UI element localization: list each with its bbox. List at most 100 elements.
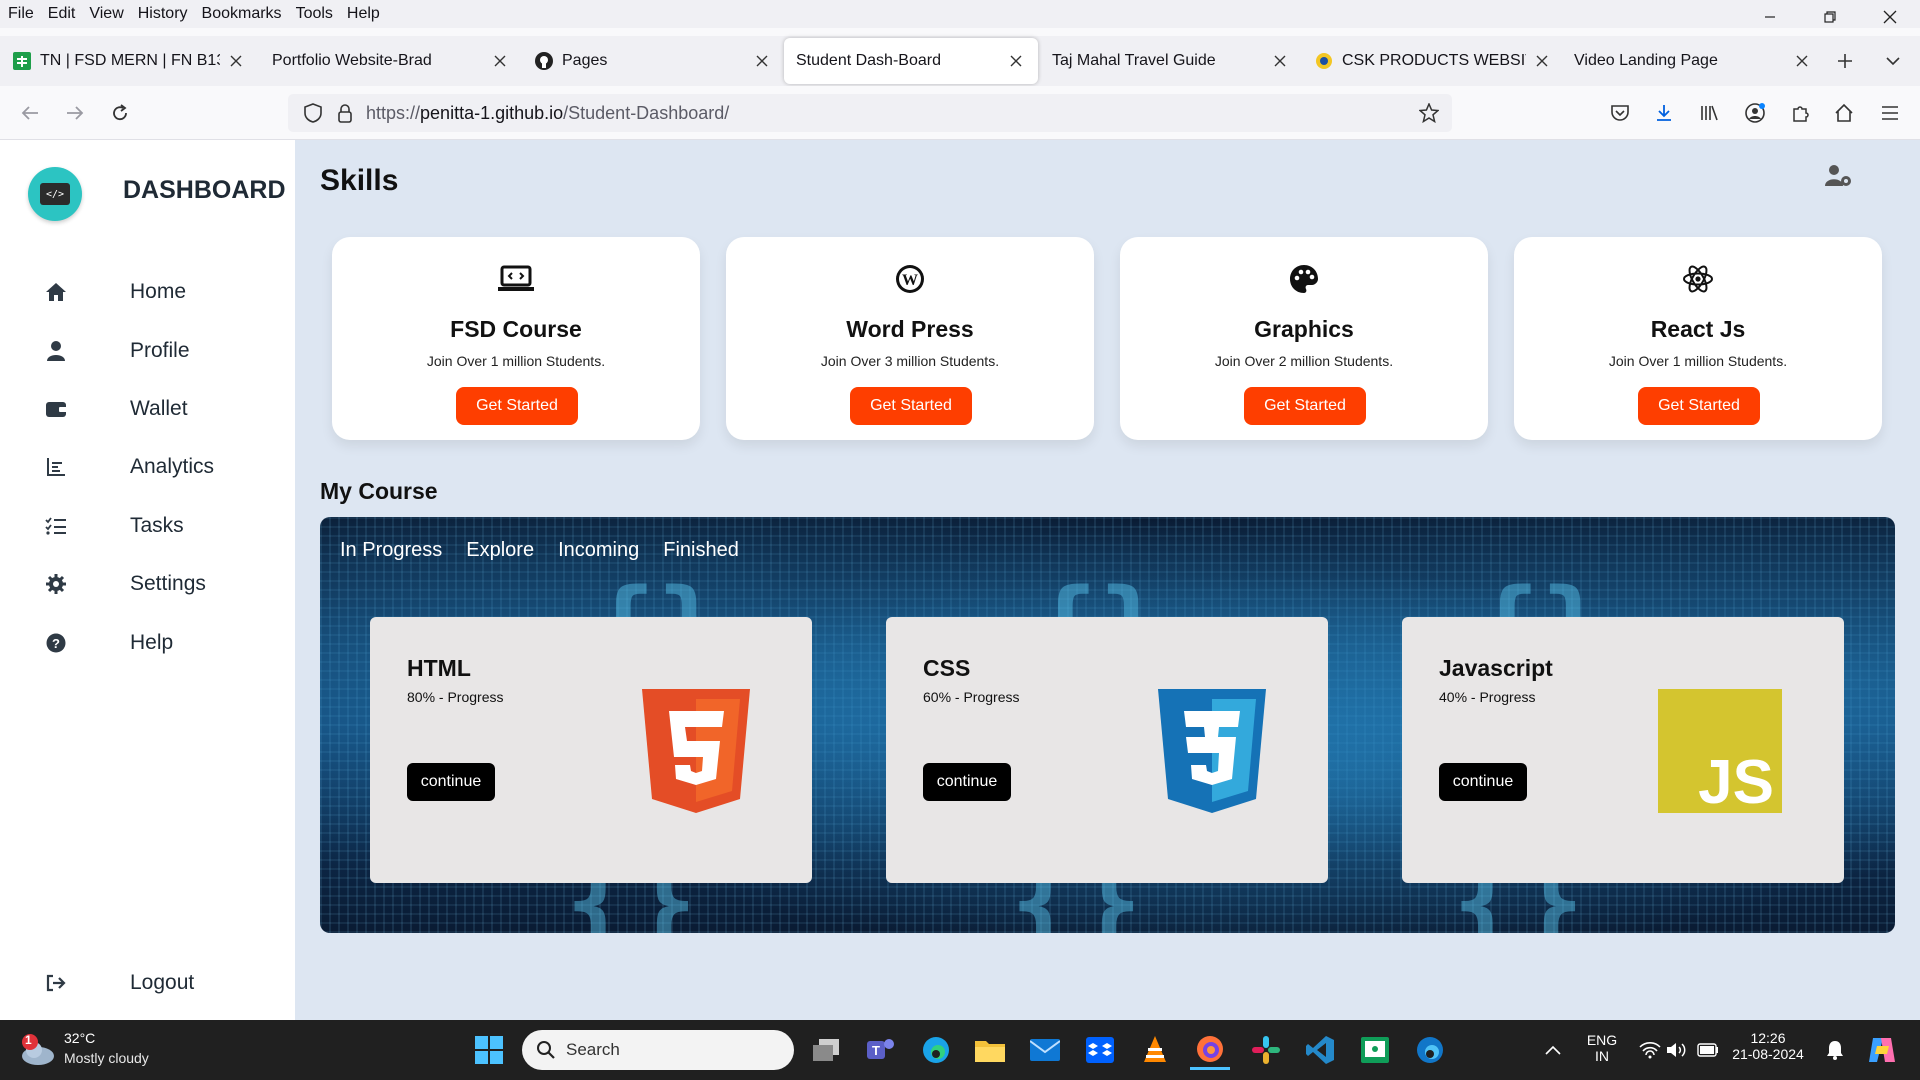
user-settings-icon[interactable] (1825, 164, 1855, 194)
svg-text:T: T (872, 1043, 880, 1058)
firefox-icon (1197, 1035, 1223, 1062)
file-explorer-button[interactable] (970, 1030, 1010, 1070)
sidebar-item-label: Wallet (130, 397, 188, 420)
page-viewport: </> DASHBOARD Home Profile Wallet Analyt… (0, 140, 1920, 1020)
edge-button[interactable] (916, 1030, 956, 1070)
notifications-button[interactable] (1815, 1030, 1855, 1070)
back-button[interactable] (15, 98, 45, 128)
battery-button[interactable] (1688, 1030, 1728, 1070)
downloads-button[interactable] (1649, 98, 1679, 128)
tab-in-progress[interactable]: In Progress (340, 539, 442, 562)
dropbox-icon (1086, 1037, 1114, 1063)
tab-close-icon[interactable] (1532, 51, 1552, 71)
menu-file[interactable]: File (0, 5, 41, 23)
skill-description: Join Over 3 million Students. (820, 353, 1000, 369)
continue-button[interactable]: continue (1439, 763, 1527, 801)
reload-button[interactable] (105, 98, 135, 128)
browser-tab[interactable]: Video Landing Page (1562, 38, 1824, 84)
skill-title: Graphics (1254, 316, 1354, 342)
continue-button[interactable]: continue (407, 763, 495, 801)
menu-history[interactable]: History (131, 5, 195, 23)
browser-tab-active[interactable]: Student Dash-Board (784, 38, 1038, 84)
github-favicon-icon (534, 51, 554, 71)
address-bar[interactable]: https://penitta-1.github.io/Student-Dash… (288, 94, 1452, 132)
get-started-button[interactable]: Get Started (1244, 387, 1366, 425)
extensions-button[interactable] (1785, 98, 1815, 128)
sidebar-item-home[interactable]: Home (0, 270, 295, 314)
lock-icon[interactable] (330, 98, 360, 128)
dropbox-button[interactable] (1080, 1030, 1120, 1070)
get-started-button[interactable]: Get Started (456, 387, 578, 425)
course-card: CSS 60% - Progress continue (886, 617, 1328, 883)
classroom-button[interactable] (1355, 1030, 1395, 1070)
menu-edit[interactable]: Edit (41, 5, 83, 23)
home-outline-icon (1835, 103, 1853, 122)
sidebar-item-tasks[interactable]: Tasks (0, 504, 295, 548)
get-started-button[interactable]: Get Started (1638, 387, 1760, 425)
teams-button[interactable]: T (861, 1030, 901, 1070)
sidebar-item-wallet[interactable]: Wallet (0, 387, 295, 431)
close-window-button[interactable] (1860, 0, 1920, 34)
tab-close-icon[interactable] (490, 51, 510, 71)
weather-widget[interactable]: 1 32°C Mostly cloudy (18, 1028, 168, 1072)
get-started-button[interactable]: Get Started (850, 387, 972, 425)
tab-finished[interactable]: Finished (663, 539, 739, 562)
laptop-code-icon (496, 259, 536, 299)
sidebar-item-logout[interactable]: Logout (0, 961, 295, 1005)
clock[interactable]: 12:26 21-08-2024 (1726, 1030, 1810, 1062)
menu-bookmarks[interactable]: Bookmarks (195, 5, 289, 23)
start-button[interactable] (469, 1030, 509, 1070)
slack-button[interactable] (1246, 1030, 1286, 1070)
wordpress-icon: W (890, 259, 930, 299)
restore-button[interactable] (1800, 0, 1860, 34)
tab-explore[interactable]: Explore (466, 539, 534, 562)
sidebar-item-help[interactable]: ? Help (0, 621, 295, 665)
tab-close-icon[interactable] (1792, 51, 1812, 71)
browser-tab[interactable]: Portfolio Website-Brad (260, 38, 522, 84)
sign-out-icon (42, 969, 70, 997)
tab-close-icon[interactable] (752, 51, 772, 71)
account-button[interactable] (1740, 98, 1770, 128)
sidebar-item-settings[interactable]: Settings (0, 562, 295, 606)
tab-close-icon[interactable] (1270, 51, 1290, 71)
continue-button[interactable]: continue (923, 763, 1011, 801)
list-tabs-button[interactable] (1878, 46, 1908, 76)
menu-view[interactable]: View (82, 5, 130, 23)
sidebar-item-profile[interactable]: Profile (0, 329, 295, 373)
browser-tab[interactable]: Taj Mahal Travel Guide (1040, 38, 1302, 84)
home-button[interactable] (1829, 98, 1859, 128)
vscode-button[interactable] (1300, 1030, 1340, 1070)
library-button[interactable] (1694, 98, 1724, 128)
task-view-icon (813, 1039, 839, 1061)
app-menu-button[interactable] (1875, 98, 1905, 128)
close-icon (1883, 10, 1897, 24)
react-icon (1678, 259, 1718, 299)
tab-incoming[interactable]: Incoming (558, 539, 639, 562)
browser-tab[interactable]: TN | FSD MERN | FN B13 | Ju (0, 38, 258, 84)
browser-tab[interactable]: Pages (522, 38, 784, 84)
mail-button[interactable] (1025, 1030, 1065, 1070)
vlc-button[interactable] (1135, 1030, 1175, 1070)
edge-icon (923, 1037, 949, 1063)
browser-tab[interactable]: CSK PRODUCTS WEBSITE (1302, 38, 1564, 84)
shield-icon[interactable] (298, 98, 328, 128)
new-tab-button[interactable] (1830, 46, 1860, 76)
forward-button[interactable] (60, 98, 90, 128)
skill-card: Graphics Join Over 2 million Students. G… (1120, 237, 1488, 440)
tab-close-icon[interactable] (1006, 51, 1026, 71)
menu-help[interactable]: Help (340, 5, 387, 23)
taskbar-search[interactable]: Search (522, 1030, 794, 1070)
firefox-button[interactable] (1190, 1030, 1230, 1070)
task-view-button[interactable] (806, 1030, 846, 1070)
edge-dev-button[interactable] (1410, 1030, 1450, 1070)
language-indicator[interactable]: ENG IN (1578, 1032, 1626, 1064)
show-hidden-icons-button[interactable] (1533, 1030, 1573, 1070)
minimize-button[interactable] (1740, 0, 1800, 34)
bookmark-star-icon[interactable] (1414, 98, 1444, 128)
section-title: My Course (320, 478, 438, 504)
pocket-button[interactable] (1605, 98, 1635, 128)
sidebar-item-analytics[interactable]: Analytics (0, 445, 295, 489)
tab-close-icon[interactable] (226, 51, 246, 71)
copilot-button[interactable] (1862, 1030, 1902, 1070)
menu-tools[interactable]: Tools (289, 5, 340, 23)
